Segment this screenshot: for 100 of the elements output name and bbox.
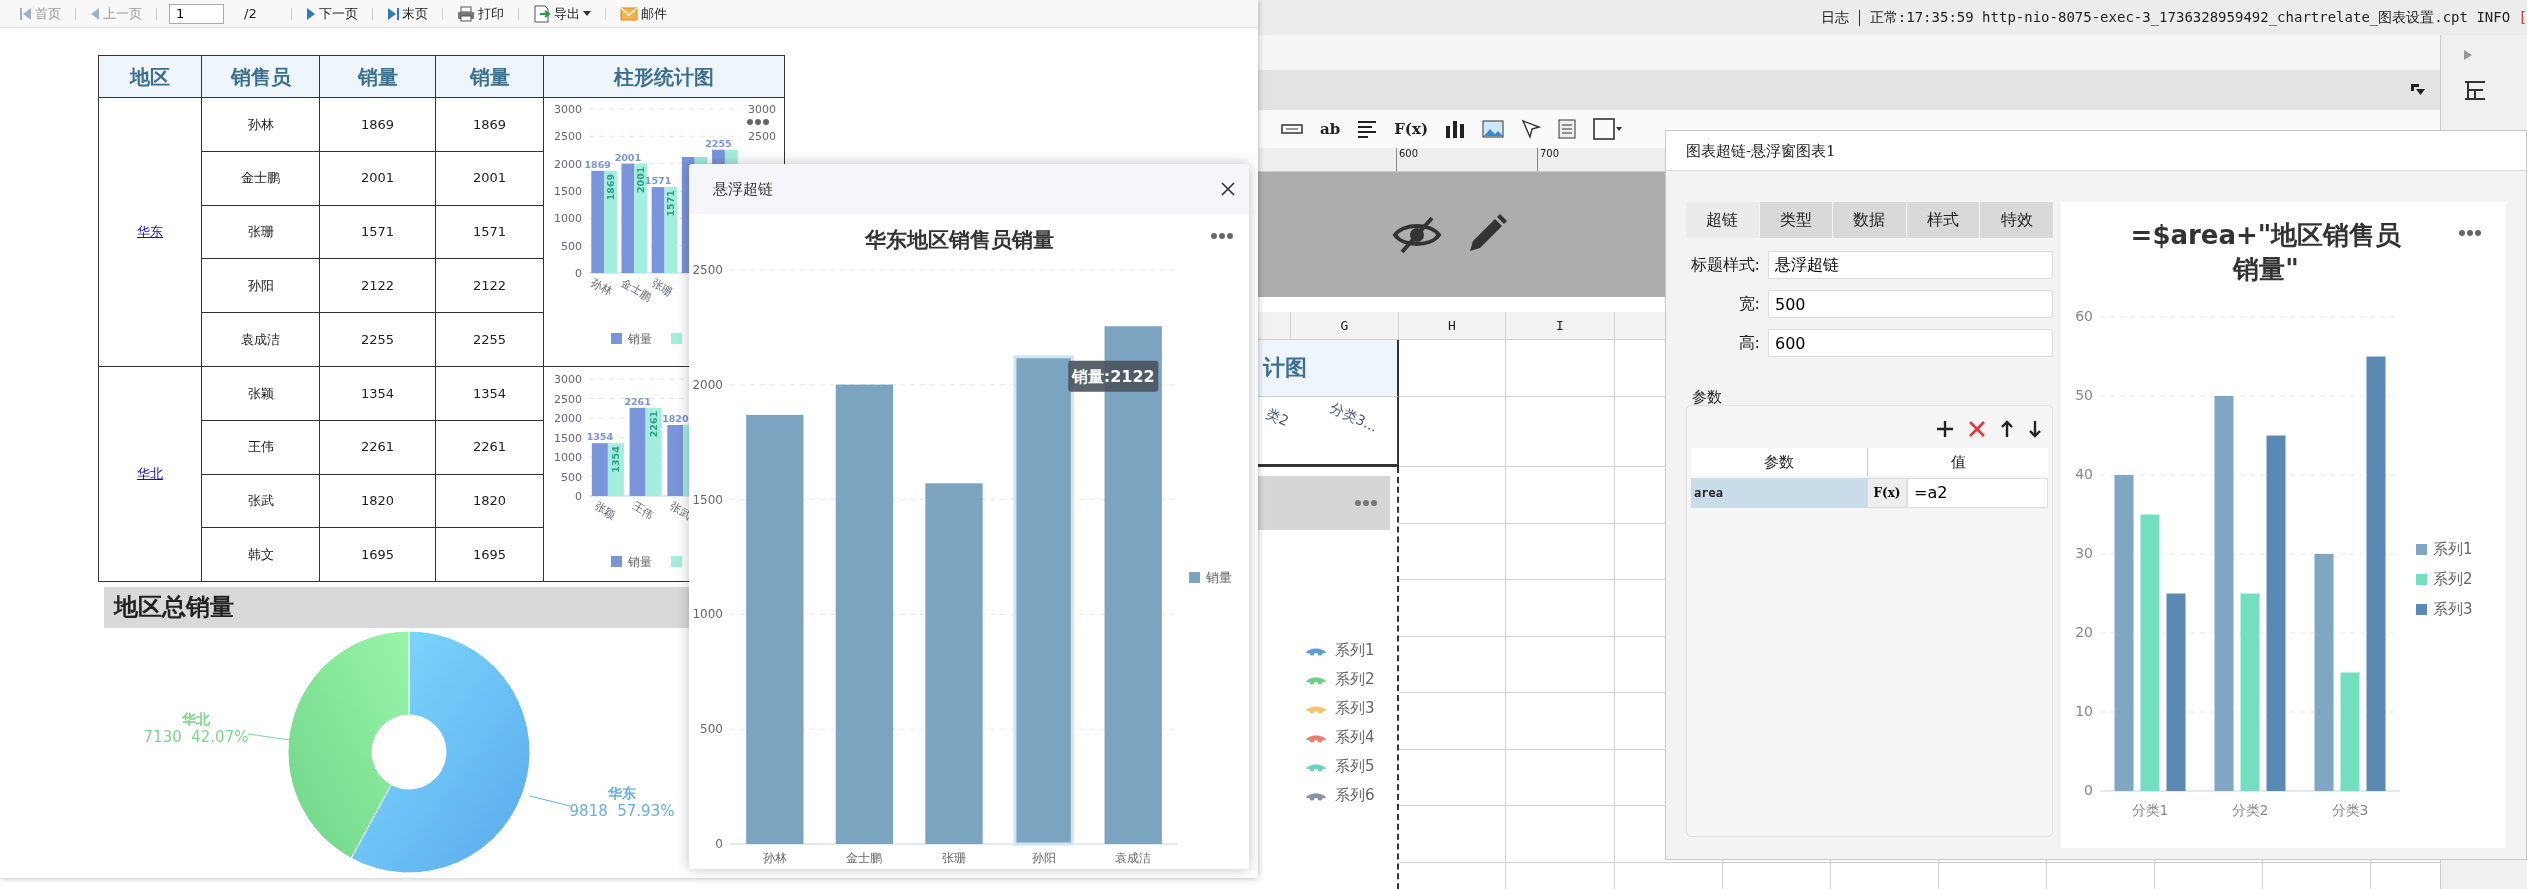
grid-cell[interactable] <box>1506 806 1615 863</box>
table-cell: 王伟 <box>201 420 320 474</box>
form-icon[interactable] <box>1558 119 1576 139</box>
more-icon[interactable] <box>1211 233 1233 239</box>
axis-label: 20 <box>2075 624 2093 640</box>
axis-label: 分类1 <box>2131 802 2169 818</box>
chart-title: =$area+"地区销售员销量" <box>2129 219 2403 286</box>
data-label: 1820 <box>662 413 689 424</box>
down-arrow-icon[interactable] <box>2028 419 2042 438</box>
grid-cell[interactable] <box>1399 636 1506 693</box>
expand-icon[interactable] <box>2463 49 2473 61</box>
grid-cell[interactable] <box>1399 467 1506 524</box>
legend-swatch <box>1189 572 1200 583</box>
column-header[interactable]: H <box>1399 312 1506 340</box>
image-icon[interactable] <box>1482 120 1504 138</box>
column-header[interactable]: I <box>1506 312 1615 340</box>
tab[interactable]: 类型 <box>1759 202 1833 238</box>
axis-label: 1500 <box>554 185 582 198</box>
align-icon[interactable] <box>1357 120 1378 138</box>
input-field[interactable]: 600 <box>1768 329 2053 357</box>
table-cell: 2261 <box>319 420 436 474</box>
data-label: 1571 <box>665 190 677 217</box>
toolbar-button[interactable]: 末页 <box>384 3 430 24</box>
close-button[interactable] <box>1219 180 1237 198</box>
input-field[interactable]: 500 <box>1768 290 2053 318</box>
axis-label: 1500 <box>554 431 582 445</box>
legend-swatch <box>671 333 682 344</box>
table-cell: 2122 <box>319 258 436 313</box>
toolbar-button[interactable]: 导出 <box>530 3 593 24</box>
toolbar-button[interactable]: 邮件 <box>617 3 669 24</box>
pointer-icon[interactable] <box>1521 119 1541 139</box>
grid-cell[interactable] <box>1506 467 1615 524</box>
grid-cell[interactable] <box>1506 749 1615 806</box>
axis-label: 0 <box>2084 782 2093 798</box>
legend-label: 系列3 <box>2433 600 2473 618</box>
log-label[interactable]: 日志 <box>1820 7 1849 28</box>
leader-line <box>247 733 291 741</box>
data-label: 华东 <box>608 785 636 801</box>
formula-button[interactable]: F(x) <box>1867 477 1907 508</box>
tab[interactable]: 超链 <box>1686 202 1759 238</box>
axis-label: 40 <box>2075 466 2093 482</box>
grid-cell[interactable] <box>1399 749 1506 806</box>
table-cell: 1354 <box>319 366 436 421</box>
chart-title: 华东地区销售员销量 <box>864 228 1054 252</box>
more-icon[interactable] <box>747 119 769 125</box>
column-header[interactable]: G <box>1291 312 1399 340</box>
grid-cell[interactable] <box>1506 693 1615 750</box>
layout-icon[interactable] <box>2463 79 2487 101</box>
legend-swatch <box>2416 604 2427 615</box>
mail-icon <box>619 6 638 21</box>
donut-slice[interactable] <box>287 630 410 859</box>
region-link[interactable]: 华东 <box>137 224 163 240</box>
region-link[interactable]: 华北 <box>137 466 163 482</box>
page-field[interactable]: 1 <box>169 3 224 24</box>
grid-cell[interactable] <box>1506 397 1615 467</box>
axis-label: 1000 <box>692 607 723 622</box>
tab[interactable]: 特效 <box>1980 202 2053 238</box>
grid-cell[interactable] <box>1399 340 1506 397</box>
more-icon[interactable] <box>2458 228 2482 237</box>
bar[interactable] <box>1104 326 1162 844</box>
toolbar-button[interactable]: 打印 <box>454 3 506 24</box>
donut-slice[interactable] <box>350 630 531 874</box>
table-cell: 1571 <box>319 205 436 259</box>
delete-icon[interactable] <box>1968 419 1986 438</box>
input-field[interactable]: =a2 <box>1907 477 2048 508</box>
input-field[interactable]: 悬浮超链 <box>1768 251 2053 279</box>
grid-cell[interactable] <box>1399 397 1506 467</box>
legend-label: 系列5 <box>1335 756 1375 777</box>
data-label: 2001 <box>635 166 647 194</box>
grid-cell[interactable] <box>1399 523 1506 580</box>
toolbar-button[interactable]: F(x) <box>1394 117 1428 141</box>
text-field-icon[interactable] <box>1281 124 1303 134</box>
field-label: 宽: <box>1737 293 1760 315</box>
grid-cell[interactable] <box>1506 523 1615 580</box>
grid-cell[interactable] <box>1506 580 1615 637</box>
border-icon[interactable] <box>1593 118 1623 140</box>
axis-label: 500 <box>700 722 723 737</box>
axis-label: 金士鹏 <box>846 851 883 865</box>
more-icon[interactable] <box>1354 499 1378 507</box>
data-label: 2001 <box>614 151 642 163</box>
tab[interactable]: 数据 <box>1833 202 1906 238</box>
grid-cell[interactable] <box>1506 340 1615 397</box>
axis-label: 类2 <box>1262 403 1292 431</box>
collapse-icon[interactable] <box>2410 83 2426 97</box>
tab[interactable]: 样式 <box>1906 202 1980 238</box>
up-arrow-icon[interactable] <box>2000 419 2014 438</box>
bar[interactable] <box>835 384 894 844</box>
toolbar-button[interactable]: ab <box>1320 117 1341 141</box>
grid-cell[interactable] <box>1399 806 1506 863</box>
grid-cell[interactable] <box>1506 636 1615 693</box>
toolbar-button[interactable]: 下一页 <box>303 3 360 24</box>
axis-label: 分类2 <box>2231 802 2269 818</box>
axis-label: 0 <box>715 837 723 851</box>
hidden-eye-icon[interactable] <box>1392 214 1442 255</box>
grid-cell[interactable] <box>1399 693 1506 750</box>
bar-chart-icon[interactable] <box>1445 120 1465 138</box>
table-cell: 1869 <box>319 97 436 152</box>
add-icon[interactable] <box>1936 419 1954 438</box>
popup-title: 悬浮超链 <box>713 178 773 200</box>
grid-cell[interactable] <box>1399 580 1506 637</box>
